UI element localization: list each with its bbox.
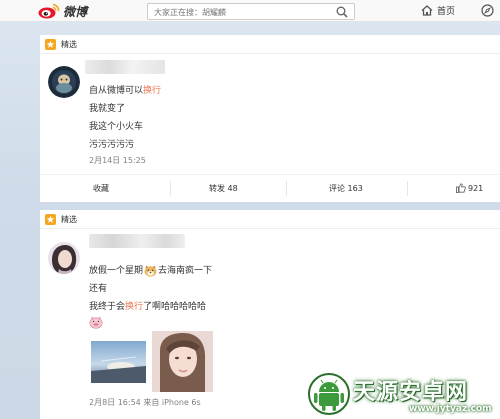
avatar[interactable] xyxy=(48,66,80,98)
watermark-url: www.jytyaz.com xyxy=(409,404,492,414)
card-header: 精选 xyxy=(40,210,500,229)
post-text-line: 还有 xyxy=(89,284,108,294)
post-image-portrait[interactable] xyxy=(152,331,213,392)
post-time[interactable]: 2月14日 15:25 xyxy=(89,155,146,166)
highlight-link[interactable]: 换行 xyxy=(125,302,143,312)
like-count: 921 xyxy=(468,183,484,193)
post-text-line: 我就变了 xyxy=(89,104,126,114)
featured-star-icon xyxy=(45,38,56,50)
action-bar: 收藏 转发 48 评论 163 921 xyxy=(40,174,500,201)
post-text-line: 自从微博可以换行 xyxy=(89,86,162,96)
comment-button[interactable]: 评论 163 xyxy=(329,183,363,194)
search-icon[interactable] xyxy=(336,6,348,21)
card-header: 精选 xyxy=(40,35,500,54)
username-blurred[interactable] xyxy=(89,234,185,248)
post-time[interactable]: 2月8日 16:54 来自 iPhone 6s xyxy=(89,397,201,408)
divider xyxy=(286,181,287,196)
logo-text: 微博 xyxy=(63,4,88,19)
post-text-line: 放假一个星期 去海南疯一下 xyxy=(89,265,213,277)
post-image-sky[interactable] xyxy=(91,341,146,383)
discover-icon[interactable] xyxy=(481,4,494,20)
like-button[interactable]: 921 xyxy=(456,183,483,193)
post-text-line: 我终于会换行了啊哈哈哈哈哈 xyxy=(89,302,207,312)
nav-home-label: 首页 xyxy=(437,7,456,17)
thumbs-up-icon xyxy=(456,183,466,193)
highlight-link[interactable]: 换行 xyxy=(143,86,161,96)
doge-emoji-icon xyxy=(144,265,157,277)
divider xyxy=(170,181,171,196)
nav-home[interactable]: 首页 xyxy=(421,4,455,17)
featured-label: 精选 xyxy=(61,214,77,224)
favorite-button[interactable]: 收藏 xyxy=(93,183,109,194)
pig-emoji xyxy=(89,316,103,329)
post-text-line: 我这个小火车 xyxy=(89,122,144,132)
weibo-logo-icon xyxy=(38,3,60,19)
feed-card: 精选 自从微博可以换行 我就变了 我这个小火车 污污污污污 2月14日 15:2… xyxy=(40,35,500,202)
pig-emoji-icon xyxy=(89,316,103,329)
featured-label: 精选 xyxy=(61,39,77,49)
divider xyxy=(407,181,408,196)
avatar[interactable] xyxy=(48,242,80,274)
home-icon xyxy=(421,5,433,16)
repost-button[interactable]: 转发 48 xyxy=(209,183,238,194)
search-input[interactable] xyxy=(154,6,324,18)
watermark: 天源安卓网 www.jytyaz.com xyxy=(301,370,500,419)
weibo-logo[interactable]: 微博 xyxy=(38,2,87,20)
username-blurred[interactable] xyxy=(85,60,165,74)
search-box[interactable] xyxy=(147,3,355,20)
top-bar: 微博 首页 xyxy=(0,0,500,22)
watermark-title: 天源安卓网 xyxy=(353,380,469,405)
post-text-line: 污污污污污 xyxy=(89,140,135,150)
featured-star-icon xyxy=(45,213,56,225)
android-logo-icon xyxy=(308,373,350,415)
